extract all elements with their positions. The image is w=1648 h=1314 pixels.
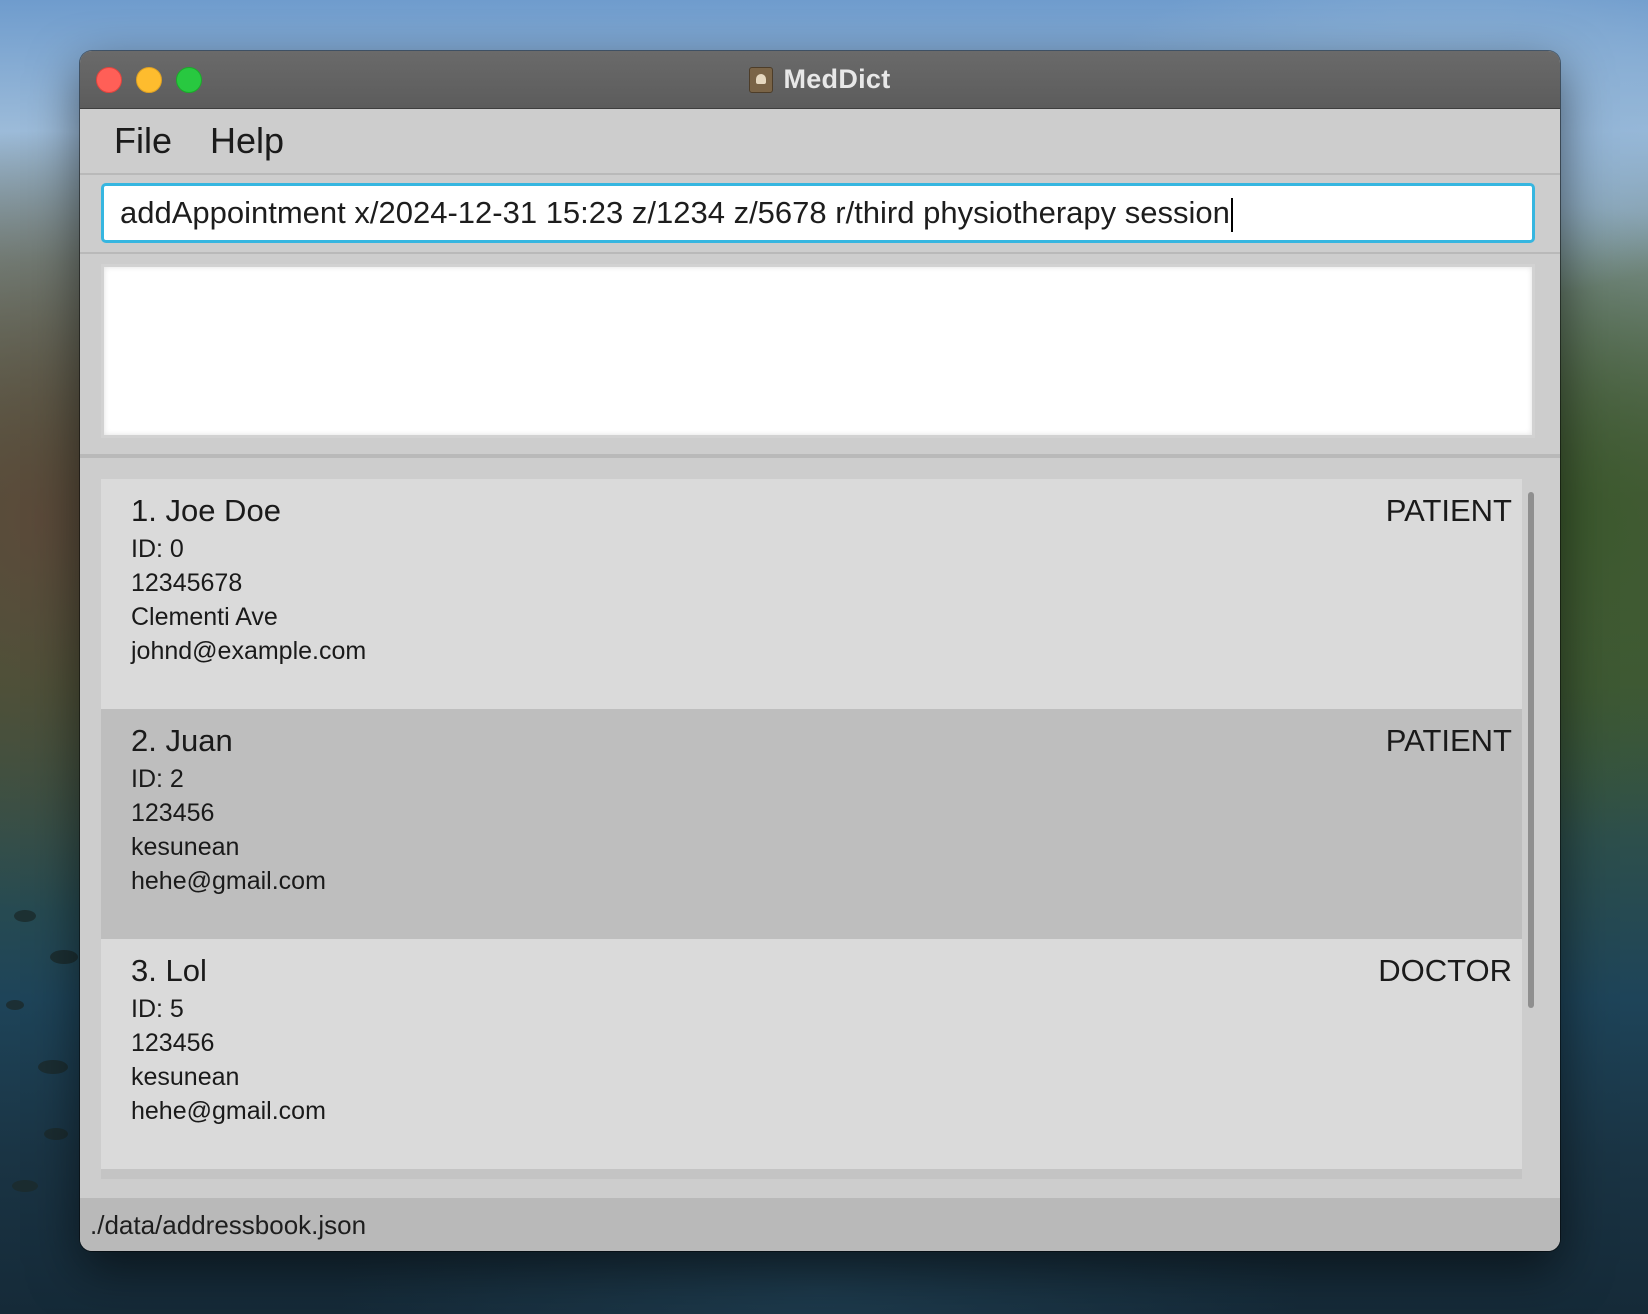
person-address: kesunean — [131, 1063, 240, 1091]
person-phone: 123456 — [131, 799, 215, 827]
person-card[interactable]: 1. Joe Doe ID: 0 12345678 Clementi Ave j… — [101, 479, 1522, 709]
menu-bar: File Help — [80, 109, 1560, 175]
command-text: addAppointment x/2024-12-31 15:23 z/1234… — [120, 195, 1230, 230]
app-icon — [749, 66, 774, 93]
command-area: addAppointment x/2024-12-31 15:23 z/1234… — [80, 175, 1560, 254]
app-window: MedDict File Help addAppointment x/2024-… — [80, 51, 1560, 1251]
title-wrap: MedDict — [80, 51, 1560, 108]
save-file-path: ./data/addressbook.json — [90, 1210, 367, 1240]
person-list[interactable]: 1. Joe Doe ID: 0 12345678 Clementi Ave j… — [101, 479, 1522, 1179]
title-bar: MedDict — [80, 51, 1560, 109]
person-email: johnd@example.com — [131, 637, 367, 665]
person-phone: 12345678 — [131, 569, 243, 597]
person-email: hehe@gmail.com — [131, 867, 326, 895]
window-title: MedDict — [783, 64, 891, 94]
menu-help[interactable]: Help — [210, 120, 284, 162]
person-card[interactable]: 2. Juan ID: 2 123456 kesunean hehe@gmail… — [101, 709, 1522, 939]
person-phone: 123456 — [131, 1029, 215, 1057]
person-card[interactable]: 3. Lol ID: 5 123456 kesunean hehe@gmail.… — [101, 939, 1522, 1169]
person-name: 3. Lol — [131, 953, 207, 988]
text-caret — [1230, 197, 1233, 232]
result-display — [101, 264, 1535, 438]
person-id: ID: 2 — [131, 765, 184, 793]
status-bar: ./data/addressbook.json — [80, 1198, 1560, 1251]
person-name: 1. Joe Doe — [131, 493, 281, 528]
person-name: 2. Juan — [131, 723, 233, 758]
list-scrollbar[interactable] — [1528, 492, 1534, 1008]
person-address: kesunean — [131, 833, 240, 861]
list-divider — [101, 1169, 1522, 1179]
person-role: PATIENT — [1385, 723, 1512, 758]
person-email: hehe@gmail.com — [131, 1097, 326, 1125]
person-id: ID: 5 — [131, 995, 184, 1023]
menu-file[interactable]: File — [114, 120, 172, 162]
person-role: DOCTOR — [1378, 953, 1512, 988]
person-address: Clementi Ave — [131, 603, 278, 631]
result-area — [80, 254, 1560, 458]
person-id: ID: 0 — [131, 535, 184, 563]
person-role: PATIENT — [1385, 493, 1512, 528]
command-input[interactable]: addAppointment x/2024-12-31 15:23 z/1234… — [101, 183, 1535, 243]
